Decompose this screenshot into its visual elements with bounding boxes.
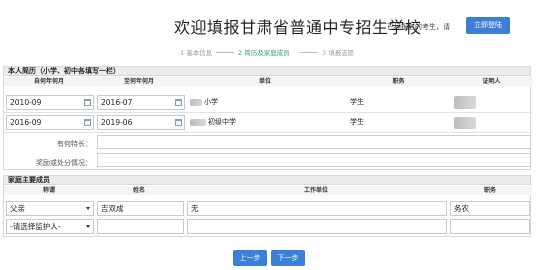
workplace-input[interactable]: 无: [187, 201, 447, 216]
redacted-text: [454, 96, 476, 109]
to-date-value: 2016-07: [101, 98, 133, 107]
col-workplace: 工作单位: [184, 186, 448, 195]
next-step-button[interactable]: 下一步: [271, 250, 305, 266]
specialty-input[interactable]: [97, 135, 531, 149]
prev-step-button[interactable]: 上一步: [233, 250, 267, 266]
position-field[interactable]: 学生: [347, 114, 450, 131]
to-date-input[interactable]: 2019-06: [97, 115, 185, 130]
col-relation: 称谓: [4, 186, 94, 195]
calendar-icon[interactable]: [84, 99, 91, 106]
redacted-text: [190, 119, 206, 126]
rewards-label: 奖励或处分情况：: [36, 159, 92, 167]
from-date-value: 2016-09: [10, 118, 42, 127]
from-date-value: 2010-09: [10, 98, 42, 107]
rewards-input[interactable]: [97, 153, 531, 167]
family-section: 家庭主要成员 称谓 姓名 工作单位 职务 父亲 吉双成 无 务农 -请选择监护人…: [3, 175, 532, 237]
col-position: 职务: [346, 77, 451, 86]
step-basic-info: 1 基本信息: [180, 49, 213, 57]
col-witness: 证明人: [451, 77, 532, 86]
col-name: 姓名: [94, 186, 184, 195]
position-field[interactable]: 学生: [347, 94, 450, 111]
resume-section-title: 本人简历（小学、初中各填写一栏）: [4, 67, 530, 76]
col-to-date: 至何年何月: [94, 77, 184, 86]
witness-field[interactable]: [452, 114, 532, 131]
calendar-icon[interactable]: [84, 119, 91, 126]
step-separator: [300, 52, 318, 53]
to-date-input[interactable]: 2016-07: [97, 95, 185, 110]
redacted-text: [454, 117, 476, 129]
row-divider: [4, 132, 532, 133]
login-button[interactable]: 立即登陆: [466, 17, 510, 34]
from-date-input[interactable]: 2010-09: [6, 95, 94, 110]
family-position-input[interactable]: 务农: [450, 201, 530, 216]
row-divider: [4, 112, 532, 113]
col-unit: 单位: [184, 77, 346, 86]
specialty-label: 有何特长：: [57, 140, 92, 148]
calendar-icon[interactable]: [175, 99, 182, 106]
step-choose-school: 3 填报志愿: [322, 49, 355, 57]
unit-field[interactable]: 小学: [188, 94, 346, 111]
to-date-value: 2019-06: [101, 118, 133, 127]
calendar-icon[interactable]: [175, 119, 182, 126]
family-position-input[interactable]: [450, 219, 530, 234]
family-section-title: 家庭主要成员: [4, 176, 530, 185]
unit-value: 初级中学: [208, 118, 236, 126]
from-date-input[interactable]: 2016-09: [6, 115, 94, 130]
dropdown-arrow-icon: [86, 207, 90, 210]
step-resume-family: 2 简历及家庭成员: [238, 49, 290, 57]
witness-field[interactable]: [452, 94, 532, 111]
family-name-input[interactable]: 吉双成: [97, 201, 184, 216]
unit-field[interactable]: 初级中学: [188, 114, 346, 131]
dropdown-arrow-icon: [86, 225, 90, 228]
relation-value: -请选择监护人-: [10, 222, 61, 231]
relation-select[interactable]: 父亲: [6, 201, 94, 216]
login-hint-text: 已经报名的考生，请: [387, 23, 450, 31]
relation-select[interactable]: -请选择监护人-: [6, 219, 94, 234]
col-family-position: 职务: [448, 186, 532, 195]
relation-value: 父亲: [10, 204, 25, 213]
workplace-input[interactable]: [187, 219, 447, 234]
step-separator: [216, 52, 234, 53]
resume-section: 本人简历（小学、初中各填写一栏） 自何年何月 至何年何月 单位 职务 证明人 2…: [3, 66, 532, 170]
col-from-date: 自何年何月: [4, 77, 94, 86]
page-header: 欢迎填报甘肃省普通中专招生学校 已经报名的考生，请 立即登陆: [0, 0, 546, 46]
unit-value: 小学: [204, 98, 218, 106]
family-name-input[interactable]: [97, 219, 184, 234]
redacted-text: [190, 99, 202, 106]
page-title: 欢迎填报甘肃省普通中专招生学校: [174, 18, 422, 37]
